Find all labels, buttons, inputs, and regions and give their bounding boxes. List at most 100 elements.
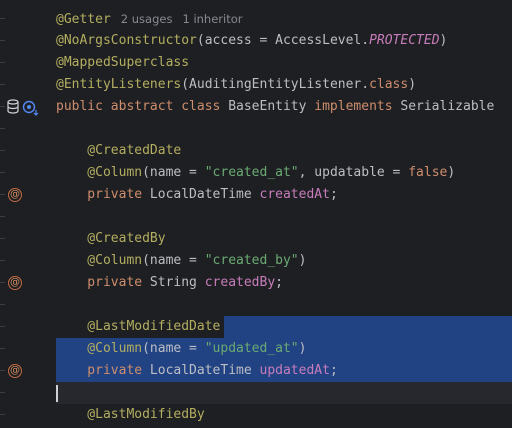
gutter-tick xyxy=(0,106,5,107)
code-token: (name = xyxy=(142,253,205,268)
code-token: ) xyxy=(298,341,307,356)
code-token: createdBy xyxy=(204,275,276,290)
gutter-tick xyxy=(0,18,5,19)
gutter-tick xyxy=(0,282,5,283)
code-line[interactable]: @MappedSuperclass xyxy=(56,52,512,74)
code-text: @Column(name = "created_at", updatable =… xyxy=(56,165,455,180)
code-token: @LastModifiedDate xyxy=(56,319,221,334)
code-text: @LastModifiedBy xyxy=(56,407,205,422)
code-token: false xyxy=(408,165,448,180)
code-line[interactable]: @Getter 2 usages 1 inheritor xyxy=(56,8,512,30)
gutter-tick xyxy=(0,238,5,239)
code-token: String xyxy=(149,275,205,290)
gutter-tick xyxy=(0,304,5,305)
code-token: private xyxy=(56,187,150,202)
gutter-tick xyxy=(0,172,5,173)
code-line[interactable] xyxy=(56,118,512,140)
gutter-tick xyxy=(0,370,5,371)
gutter: @ @ @ xyxy=(0,0,52,428)
usages-count[interactable]: 2 usages xyxy=(121,12,173,26)
code-token: @LastModifiedBy xyxy=(56,407,205,422)
gutter-line xyxy=(0,206,52,228)
code-text: public abstract class BaseEntity impleme… xyxy=(56,99,494,114)
gutter-tick xyxy=(0,40,5,41)
code-line[interactable]: @NoArgsConstructor(access = AccessLevel.… xyxy=(56,30,512,52)
gutter-line: @ xyxy=(0,272,52,294)
code-line[interactable] xyxy=(56,382,512,404)
code-token: class xyxy=(369,77,409,92)
gutter-tick xyxy=(0,392,5,393)
code-text: @CreatedBy xyxy=(56,231,166,246)
gutter-line xyxy=(0,118,52,140)
code-token: Serializable xyxy=(400,99,495,114)
code-token: (name = xyxy=(142,341,205,356)
gutter-line xyxy=(0,294,52,316)
code-line[interactable]: @CreatedDate xyxy=(56,140,512,162)
code-token: ) xyxy=(298,253,307,268)
selection-highlight xyxy=(224,316,512,338)
code-line[interactable] xyxy=(56,206,512,228)
code-line[interactable]: public abstract class BaseEntity impleme… xyxy=(56,96,512,118)
code-line[interactable]: @LastModifiedBy xyxy=(56,404,512,426)
code-token: ) xyxy=(447,165,456,180)
code-text: @MappedSuperclass xyxy=(56,55,189,70)
code-text: @Column(name = "updated_at") xyxy=(56,341,306,356)
code-line[interactable]: @Column(name = "created_at", updatable =… xyxy=(56,162,512,184)
gutter-tick xyxy=(0,414,5,415)
code-token: implements xyxy=(314,99,401,114)
code-token: @EntityListeners xyxy=(56,77,182,92)
code-area[interactable]: @Getter 2 usages 1 inheritor @NoArgsConstru… xyxy=(56,0,512,428)
gutter-tick xyxy=(0,62,5,63)
code-token: ; xyxy=(275,275,283,290)
code-editor[interactable]: @ @ @ @Getter 2 usages 1 inheritor @NoArgsCon… xyxy=(0,0,512,428)
code-token: @Getter xyxy=(56,12,111,27)
annotation-at-icon[interactable]: @ xyxy=(8,276,22,290)
gutter-tick xyxy=(0,260,5,261)
code-token: "created_by" xyxy=(204,253,299,268)
code-token: private xyxy=(56,363,150,378)
inheritor-count[interactable]: 1 inheritor xyxy=(182,12,242,26)
code-line[interactable]: @Column(name = "created_by") xyxy=(56,250,512,272)
gutter-line xyxy=(0,8,52,30)
code-text: @LastModifiedDate xyxy=(56,319,220,334)
gutter-tick xyxy=(0,348,5,349)
gutter-tick xyxy=(0,128,5,129)
code-token: "updated_at" xyxy=(204,341,299,356)
code-line[interactable]: @EntityListeners(AuditingEntityListener.… xyxy=(56,74,512,96)
code-token: , updatable = xyxy=(298,165,409,180)
code-text: @EntityListeners(AuditingEntityListener.… xyxy=(56,77,416,92)
database-icon[interactable] xyxy=(6,98,40,116)
gutter-line xyxy=(0,338,52,360)
gutter-line xyxy=(0,316,52,338)
annotation-at-icon[interactable]: @ xyxy=(8,188,22,202)
code-line[interactable]: @LastModifiedDate xyxy=(56,316,512,338)
code-token: @Column xyxy=(56,165,143,180)
code-token: ) xyxy=(408,77,417,92)
code-token: LocalDateTime xyxy=(149,363,260,378)
code-token: private xyxy=(56,275,150,290)
code-token: LocalDateTime xyxy=(149,187,260,202)
annotation-at-icon[interactable]: @ xyxy=(8,364,22,378)
code-token: ; xyxy=(329,187,338,202)
gutter-line xyxy=(0,382,52,404)
code-token: public abstract class xyxy=(56,99,229,114)
code-token: @Column xyxy=(56,341,143,356)
code-token: "created_at" xyxy=(204,165,299,180)
gutter-line xyxy=(0,250,52,272)
code-token: (AuditingEntityListener. xyxy=(181,77,370,92)
code-token: @CreatedBy xyxy=(56,231,166,246)
code-line[interactable]: private String createdBy; xyxy=(56,272,512,294)
code-line[interactable]: private LocalDateTime updatedAt; xyxy=(56,360,512,382)
current-line-highlight xyxy=(56,382,512,404)
gutter-line xyxy=(0,140,52,162)
code-line[interactable] xyxy=(56,294,512,316)
gutter-line xyxy=(0,404,52,426)
code-line[interactable]: private LocalDateTime createdAt; xyxy=(56,184,512,206)
gutter-line xyxy=(0,228,52,250)
code-token: ) xyxy=(439,33,448,48)
code-token: @CreatedDate xyxy=(56,143,182,158)
code-line[interactable]: @Column(name = "updated_at") xyxy=(56,338,512,360)
code-line[interactable]: @CreatedBy xyxy=(56,228,512,250)
usages-hint[interactable]: 2 usages 1 inheritor xyxy=(121,12,243,26)
gutter-tick xyxy=(0,150,5,151)
